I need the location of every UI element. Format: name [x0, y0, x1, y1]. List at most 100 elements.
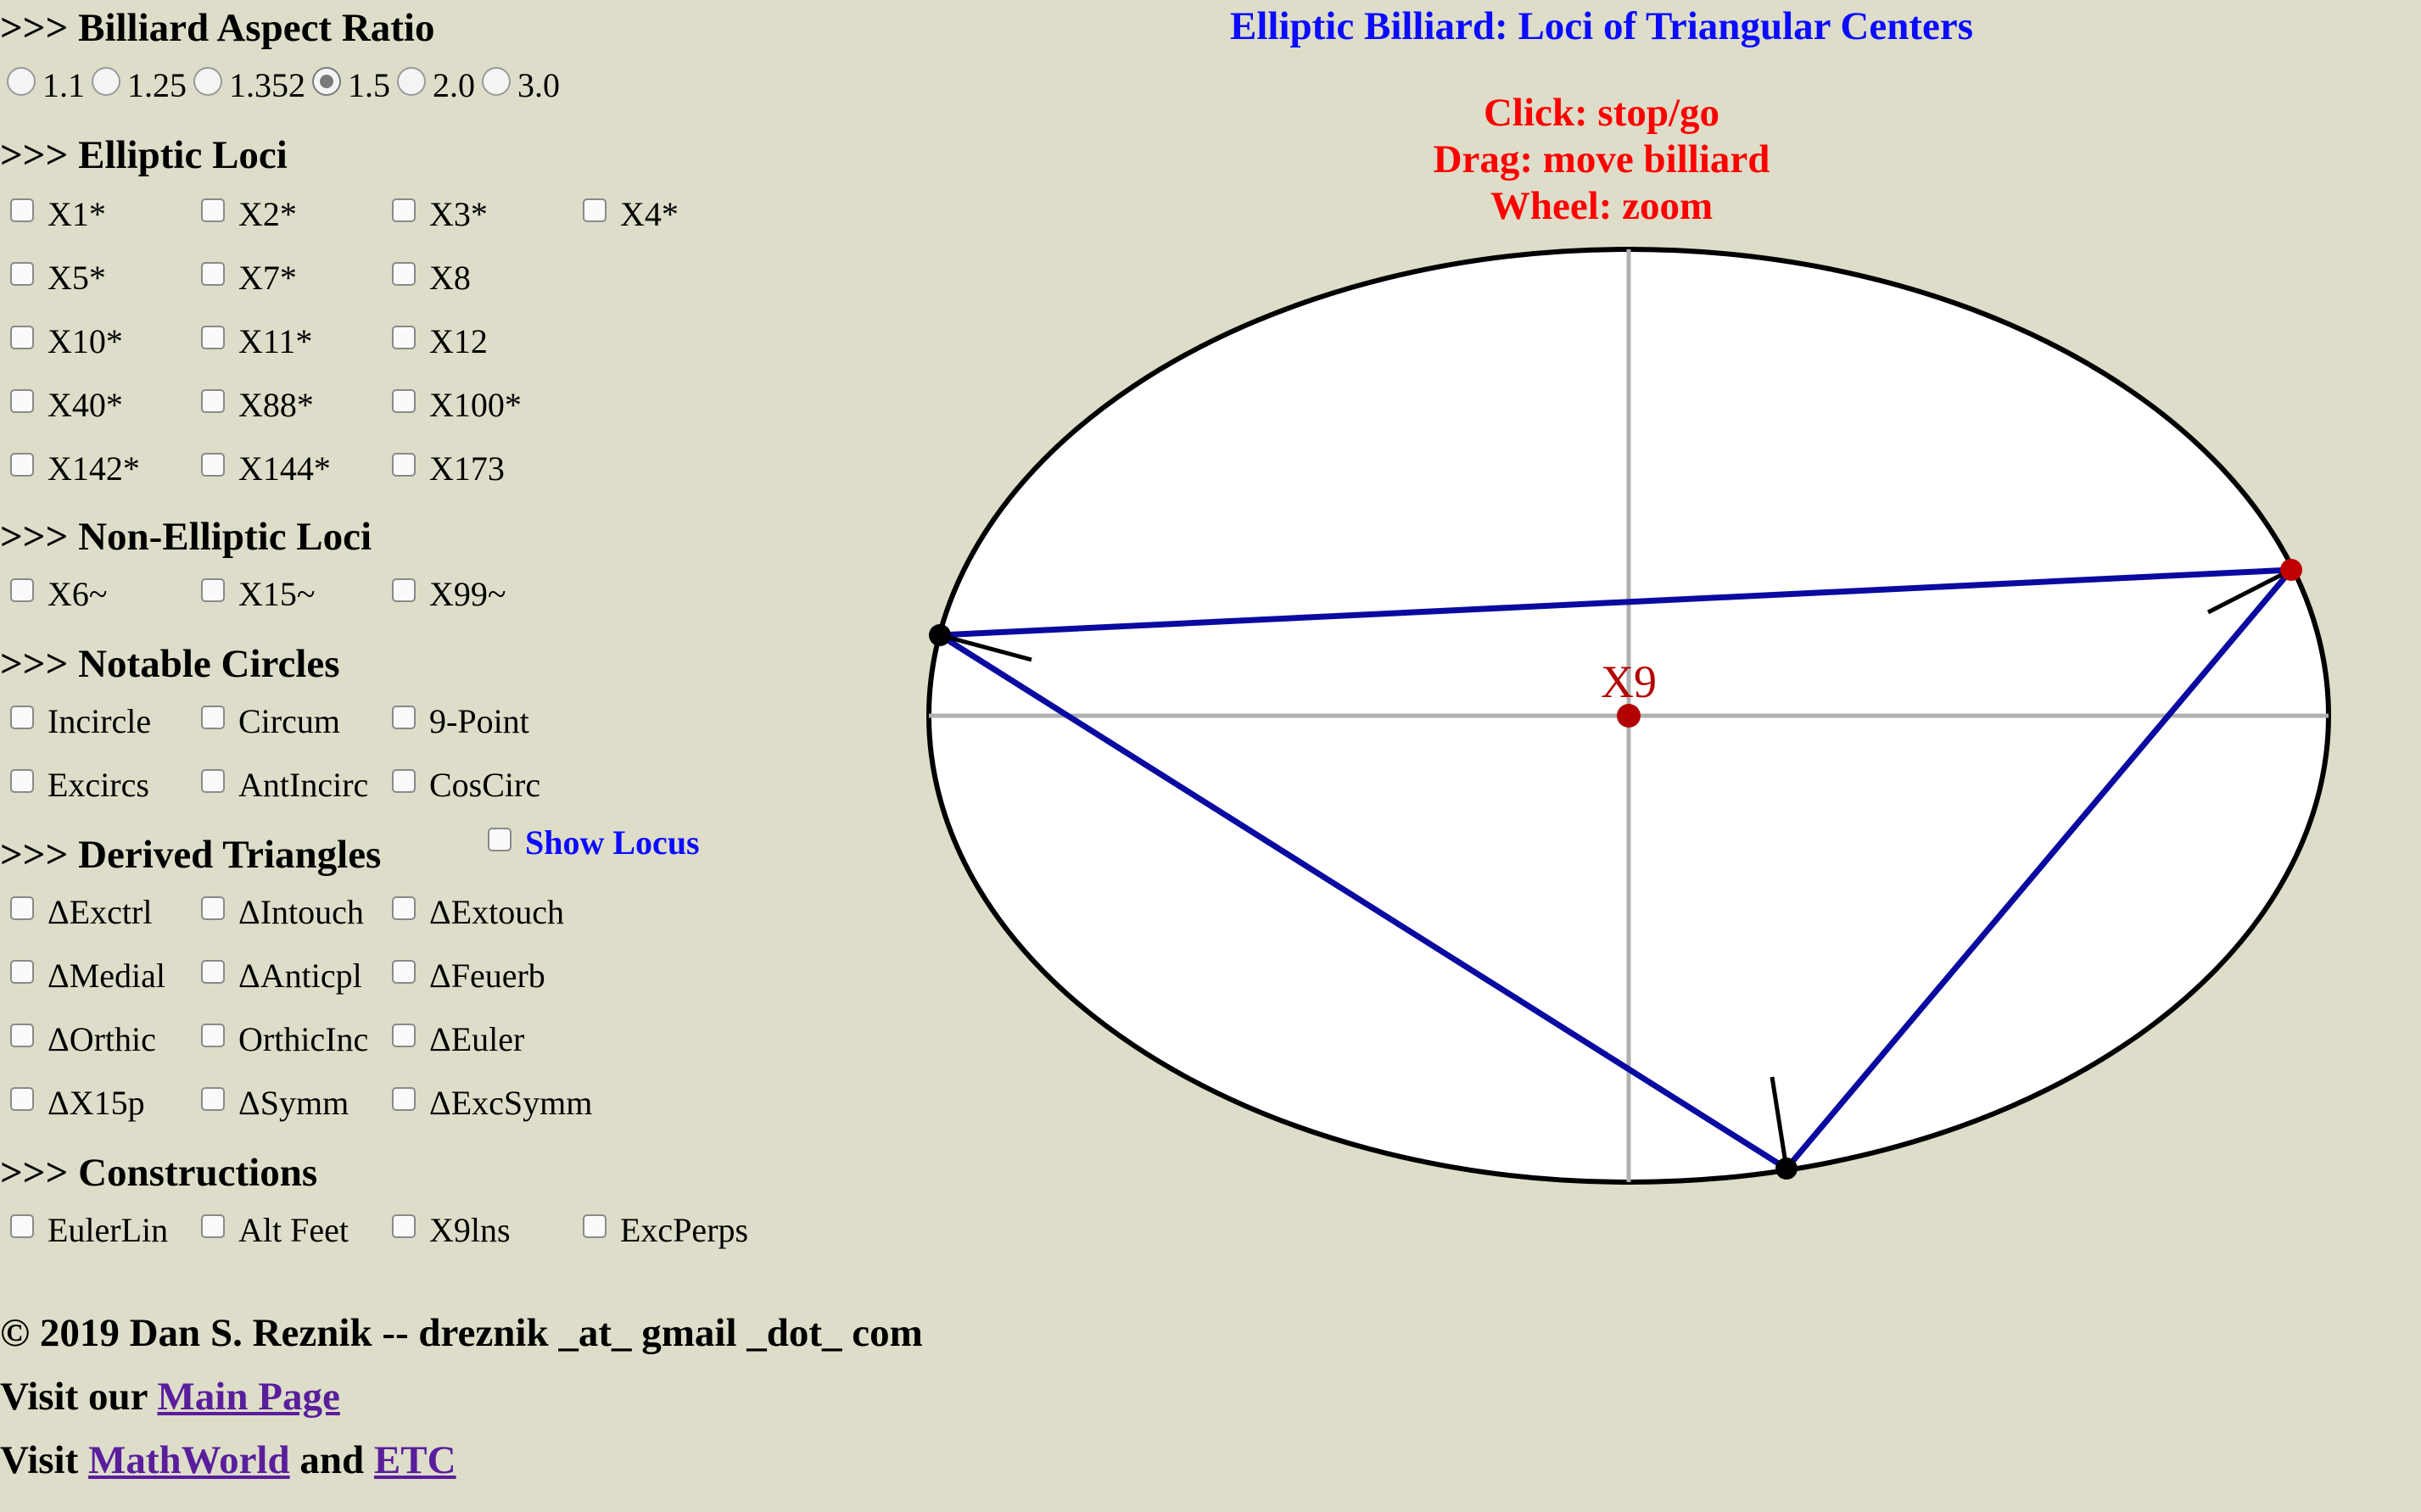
radio-button[interactable] [482, 67, 511, 96]
checkbox[interactable] [10, 896, 34, 920]
checkbox-x11[interactable]: X11* [201, 315, 312, 366]
aspect-radio-1-352[interactable]: 1.352 [193, 65, 305, 105]
main-page-link[interactable]: Main Page [157, 1375, 339, 1419]
checkbox[interactable] [201, 389, 225, 413]
checkbox-x5[interactable]: X5* [10, 252, 106, 303]
checkbox--exctrl[interactable]: ΔExctrl [10, 886, 152, 937]
checkbox-x2[interactable]: X2* [201, 188, 297, 239]
checkbox[interactable] [201, 706, 225, 729]
radio-button[interactable] [92, 67, 120, 96]
checkbox[interactable] [392, 262, 416, 286]
checkbox--orthic[interactable]: ΔOrthic [10, 1013, 156, 1064]
radio-button-selected[interactable] [312, 67, 341, 96]
checkbox[interactable] [392, 1087, 416, 1111]
checkbox-x12[interactable]: X12 [392, 315, 488, 366]
checkbox-x88[interactable]: X88* [201, 379, 314, 430]
checkbox[interactable] [10, 326, 34, 349]
checkbox-x7[interactable]: X7* [201, 252, 297, 303]
checkbox[interactable] [10, 1214, 34, 1238]
billiard-canvas[interactable]: Elliptic Billiard: Loci of Triangular Ce… [925, 0, 2421, 1230]
checkbox-x100[interactable]: X100* [392, 379, 522, 430]
checkbox-x40[interactable]: X40* [10, 379, 123, 430]
checkbox[interactable] [201, 896, 225, 920]
checkbox-x1[interactable]: X1* [10, 188, 106, 239]
checkbox[interactable] [392, 453, 416, 477]
checkbox--symm[interactable]: ΔSymm [201, 1077, 349, 1128]
checkbox-x142[interactable]: X142* [10, 443, 140, 494]
radio-button[interactable] [7, 67, 36, 96]
radio-button[interactable] [193, 67, 222, 96]
checkbox[interactable] [392, 706, 416, 729]
aspect-radio-1-1[interactable]: 1.1 [7, 65, 85, 105]
checkbox-x9lns[interactable]: X9lns [392, 1204, 511, 1255]
checkbox[interactable] [392, 960, 416, 984]
checkbox[interactable] [488, 827, 512, 851]
checkbox--medial[interactable]: ΔMedial [10, 950, 165, 1001]
checkbox-x15[interactable]: X15~ [201, 568, 316, 619]
checkbox-excperps[interactable]: ExcPerps [583, 1204, 748, 1255]
checkbox-orthicinc[interactable]: OrthicInc [201, 1013, 368, 1064]
checkbox[interactable] [10, 769, 34, 793]
checkbox-x99[interactable]: X99~ [392, 568, 506, 619]
checkbox[interactable] [583, 198, 607, 222]
checkbox[interactable] [392, 896, 416, 920]
checkbox-x173[interactable]: X173 [392, 443, 505, 494]
checkbox[interactable] [583, 1214, 607, 1238]
billiard-svg[interactable]: Elliptic Billiard: Loci of Triangular Ce… [925, 0, 2421, 1230]
checkbox[interactable] [10, 198, 34, 222]
checkbox[interactable] [392, 326, 416, 349]
checkbox[interactable] [392, 389, 416, 413]
checkbox[interactable] [10, 578, 34, 602]
checkbox[interactable] [10, 262, 34, 286]
checkbox-x6[interactable]: X6~ [10, 568, 108, 619]
checkbox[interactable] [10, 1024, 34, 1047]
checkbox--excsymm[interactable]: ΔExcSymm [392, 1077, 592, 1128]
checkbox-x10[interactable]: X10* [10, 315, 123, 366]
checkbox--euler[interactable]: ΔEuler [392, 1013, 524, 1064]
checkbox[interactable] [201, 1214, 225, 1238]
checkbox-x8[interactable]: X8 [392, 252, 471, 303]
aspect-radio-1-25[interactable]: 1.25 [92, 65, 187, 105]
checkbox[interactable] [10, 706, 34, 729]
checkbox[interactable] [201, 769, 225, 793]
checkbox[interactable] [10, 1087, 34, 1111]
aspect-radio-3-0[interactable]: 3.0 [482, 65, 560, 105]
mathworld-link[interactable]: MathWorld [88, 1438, 290, 1482]
checkbox[interactable] [392, 1214, 416, 1238]
checkbox-x144[interactable]: X144* [201, 443, 331, 494]
checkbox-alt-feet[interactable]: Alt Feet [201, 1204, 349, 1255]
checkbox[interactable] [201, 1024, 225, 1047]
show-locus-checkbox[interactable]: Show Locus [488, 823, 700, 862]
checkbox[interactable] [201, 1087, 225, 1111]
checkbox-9-point[interactable]: 9-Point [392, 695, 529, 746]
checkbox-coscirc[interactable]: CosCirc [392, 759, 540, 810]
checkbox[interactable] [201, 578, 225, 602]
checkbox-x3[interactable]: X3* [392, 188, 488, 239]
checkbox[interactable] [201, 326, 225, 349]
checkbox-x4[interactable]: X4* [583, 188, 679, 239]
checkbox-antincirc[interactable]: AntIncirc [201, 759, 368, 810]
checkbox[interactable] [10, 960, 34, 984]
checkbox-incircle[interactable]: Incircle [10, 695, 151, 746]
checkbox[interactable] [392, 578, 416, 602]
aspect-radio-1-5[interactable]: 1.5 [312, 65, 390, 105]
checkbox--extouch[interactable]: ΔExtouch [392, 886, 564, 937]
checkbox[interactable] [392, 769, 416, 793]
checkbox[interactable] [392, 198, 416, 222]
checkbox--feuerb[interactable]: ΔFeuerb [392, 950, 545, 1001]
checkbox[interactable] [201, 262, 225, 286]
checkbox[interactable] [201, 198, 225, 222]
checkbox[interactable] [392, 1024, 416, 1047]
aspect-radio-2-0[interactable]: 2.0 [397, 65, 475, 105]
checkbox--x15p[interactable]: ΔX15p [10, 1077, 145, 1128]
checkbox[interactable] [201, 960, 225, 984]
radio-button[interactable] [397, 67, 426, 96]
checkbox-excircs[interactable]: Excircs [10, 759, 149, 810]
checkbox[interactable] [10, 453, 34, 477]
checkbox-eulerlin[interactable]: EulerLin [10, 1204, 168, 1255]
checkbox[interactable] [201, 453, 225, 477]
etc-link[interactable]: ETC [374, 1438, 456, 1482]
checkbox--anticpl[interactable]: ΔAnticpl [201, 950, 362, 1001]
checkbox[interactable] [10, 389, 34, 413]
checkbox-circum[interactable]: Circum [201, 695, 340, 746]
